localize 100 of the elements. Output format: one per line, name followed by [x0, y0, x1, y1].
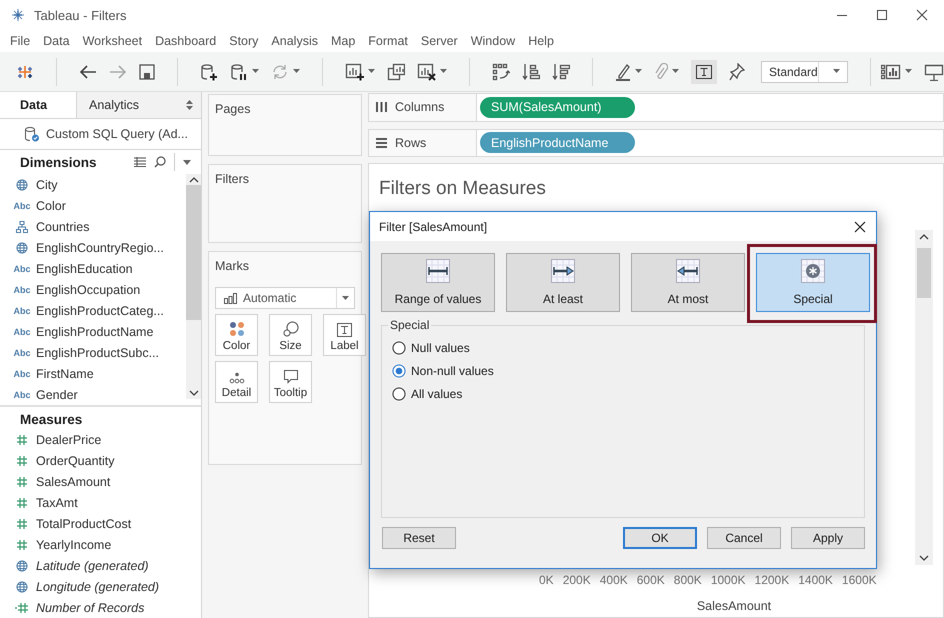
- mark-property-button[interactable]: Detail: [215, 361, 258, 403]
- menu-item[interactable]: Map: [330, 34, 356, 48]
- menu-item[interactable]: Analysis: [271, 34, 318, 48]
- field-name[interactable]: SalesAmount: [36, 474, 110, 488]
- caret-icon[interactable]: [368, 69, 375, 74]
- scrollbar-thumb[interactable]: [186, 185, 201, 320]
- swap-icon[interactable]: [492, 62, 510, 80]
- list-view-icon[interactable]: [134, 157, 146, 168]
- field-name[interactable]: Longitude (generated): [36, 580, 160, 594]
- menu-item[interactable]: Window: [470, 34, 516, 48]
- menu-item[interactable]: Help: [528, 34, 554, 48]
- menu-item[interactable]: Data: [43, 34, 70, 48]
- filter-type-option[interactable]: Special: [756, 253, 870, 312]
- scroll-down-icon[interactable]: [919, 555, 929, 561]
- duplicate-sheet-icon[interactable]: [387, 62, 405, 80]
- caret-icon[interactable]: [252, 69, 259, 74]
- close-icon[interactable]: [916, 9, 928, 21]
- show-me-icon[interactable]: [881, 64, 901, 80]
- presentation-icon[interactable]: [924, 62, 944, 80]
- radio-label[interactable]: Non-null values: [411, 364, 494, 378]
- text-label-icon[interactable]: [696, 64, 712, 78]
- field-type-label: Abc: [14, 306, 31, 316]
- maximize-icon[interactable]: [876, 9, 888, 21]
- mark-property-button[interactable]: Size: [269, 314, 312, 356]
- field-name[interactable]: Color: [36, 198, 66, 212]
- menu-item[interactable]: Worksheet: [82, 34, 142, 48]
- mark-property-button[interactable]: Tooltip: [269, 361, 312, 403]
- new-data-source-icon[interactable]: [200, 62, 218, 80]
- radio-label[interactable]: Null values: [411, 340, 470, 354]
- pause-data-source-icon[interactable]: [230, 62, 248, 80]
- app-logo-icon: [10, 7, 26, 23]
- field-name[interactable]: TotalProductCost: [36, 516, 132, 530]
- menu-caret-icon[interactable]: [183, 160, 191, 165]
- sort-descending-icon[interactable]: [552, 62, 570, 80]
- field-name[interactable]: TaxAmt: [36, 496, 78, 510]
- menu-item[interactable]: File: [10, 34, 30, 48]
- filter-type-option[interactable]: At least: [506, 253, 620, 312]
- field-name[interactable]: Gender: [36, 388, 78, 402]
- scrollbar[interactable]: [915, 230, 933, 565]
- mark-property-button[interactable]: Color: [215, 314, 258, 356]
- highlighter-icon[interactable]: [615, 62, 631, 80]
- axis-tick-label: 800K: [674, 573, 702, 587]
- caret-icon[interactable]: [905, 69, 912, 74]
- scrollbar[interactable]: [186, 174, 201, 399]
- caret-icon[interactable]: [440, 69, 447, 74]
- back-arrow-icon[interactable]: [79, 64, 97, 80]
- field-name[interactable]: FirstName: [36, 366, 94, 380]
- field-name[interactable]: EnglishProductCateg...: [36, 304, 164, 318]
- field-name[interactable]: OrderQuantity: [36, 454, 115, 468]
- field-name[interactable]: EnglishProductSubc...: [36, 346, 159, 360]
- dialog-button[interactable]: Reset: [382, 527, 456, 549]
- field-name[interactable]: EnglishCountryRegio...: [36, 240, 164, 254]
- dialog-button[interactable]: Cancel: [707, 527, 781, 549]
- radio-button[interactable]: [392, 340, 406, 354]
- axis-tick-label: 0K: [539, 573, 554, 587]
- menu-item[interactable]: Format: [368, 34, 408, 48]
- caret-icon[interactable]: [293, 69, 300, 74]
- paperclip-icon[interactable]: [654, 62, 668, 80]
- field-name[interactable]: DealerPrice: [36, 432, 102, 446]
- menu-item[interactable]: Story: [229, 34, 258, 48]
- scrollbar-thumb[interactable]: [917, 248, 931, 298]
- search-icon[interactable]: [154, 156, 166, 168]
- field-name[interactable]: EnglishOccupation: [36, 282, 140, 296]
- fit-dropdown[interactable]: Standard: [761, 60, 848, 82]
- field-name[interactable]: City: [36, 178, 58, 192]
- clear-sheet-icon[interactable]: [417, 62, 436, 81]
- range-icon: [426, 259, 450, 283]
- pane-tab[interactable]: Analytics: [76, 92, 201, 118]
- field-name[interactable]: Latitude (generated): [36, 558, 149, 572]
- field-name[interactable]: Number of Records: [36, 600, 144, 614]
- mark-property-button[interactable]: Label: [323, 314, 366, 356]
- field-name[interactable]: YearlyIncome: [36, 538, 112, 552]
- filters-shelf[interactable]: Filters: [208, 164, 362, 243]
- sort-ascending-icon[interactable]: [522, 62, 540, 80]
- radio-label[interactable]: All values: [411, 386, 462, 400]
- dialog-button[interactable]: Apply: [791, 527, 865, 549]
- filter-type-option[interactable]: Range of values: [381, 253, 495, 312]
- scroll-down-icon[interactable]: [188, 390, 198, 396]
- menu-item[interactable]: Dashboard: [155, 34, 216, 48]
- axis-tick-label: 600K: [636, 573, 665, 587]
- close-icon[interactable]: [854, 220, 866, 232]
- scroll-up-icon[interactable]: [188, 177, 198, 183]
- pages-shelf[interactable]: Pages: [208, 94, 362, 156]
- field-name[interactable]: EnglishProductName: [36, 324, 154, 338]
- sort-arrows-icon[interactable]: [186, 100, 193, 110]
- radio-button[interactable]: [392, 364, 406, 378]
- menu-item[interactable]: Server: [420, 34, 458, 48]
- radio-button[interactable]: [392, 386, 406, 400]
- new-worksheet-icon[interactable]: [345, 62, 364, 81]
- field-name[interactable]: EnglishEducation: [36, 262, 133, 276]
- caret-icon[interactable]: [635, 69, 642, 74]
- save-icon[interactable]: [139, 64, 155, 80]
- caret-icon[interactable]: [672, 69, 679, 74]
- data-source-name[interactable]: Custom SQL Query (Ad...: [46, 126, 188, 141]
- scroll-up-icon[interactable]: [919, 234, 929, 240]
- field-name[interactable]: Countries: [36, 220, 90, 234]
- pin-icon[interactable]: [729, 62, 745, 80]
- mark-type-dropdown[interactable]: Automatic: [215, 287, 355, 309]
- dialog-button[interactable]: OK: [623, 527, 697, 549]
- filter-type-option[interactable]: At most: [631, 253, 745, 312]
